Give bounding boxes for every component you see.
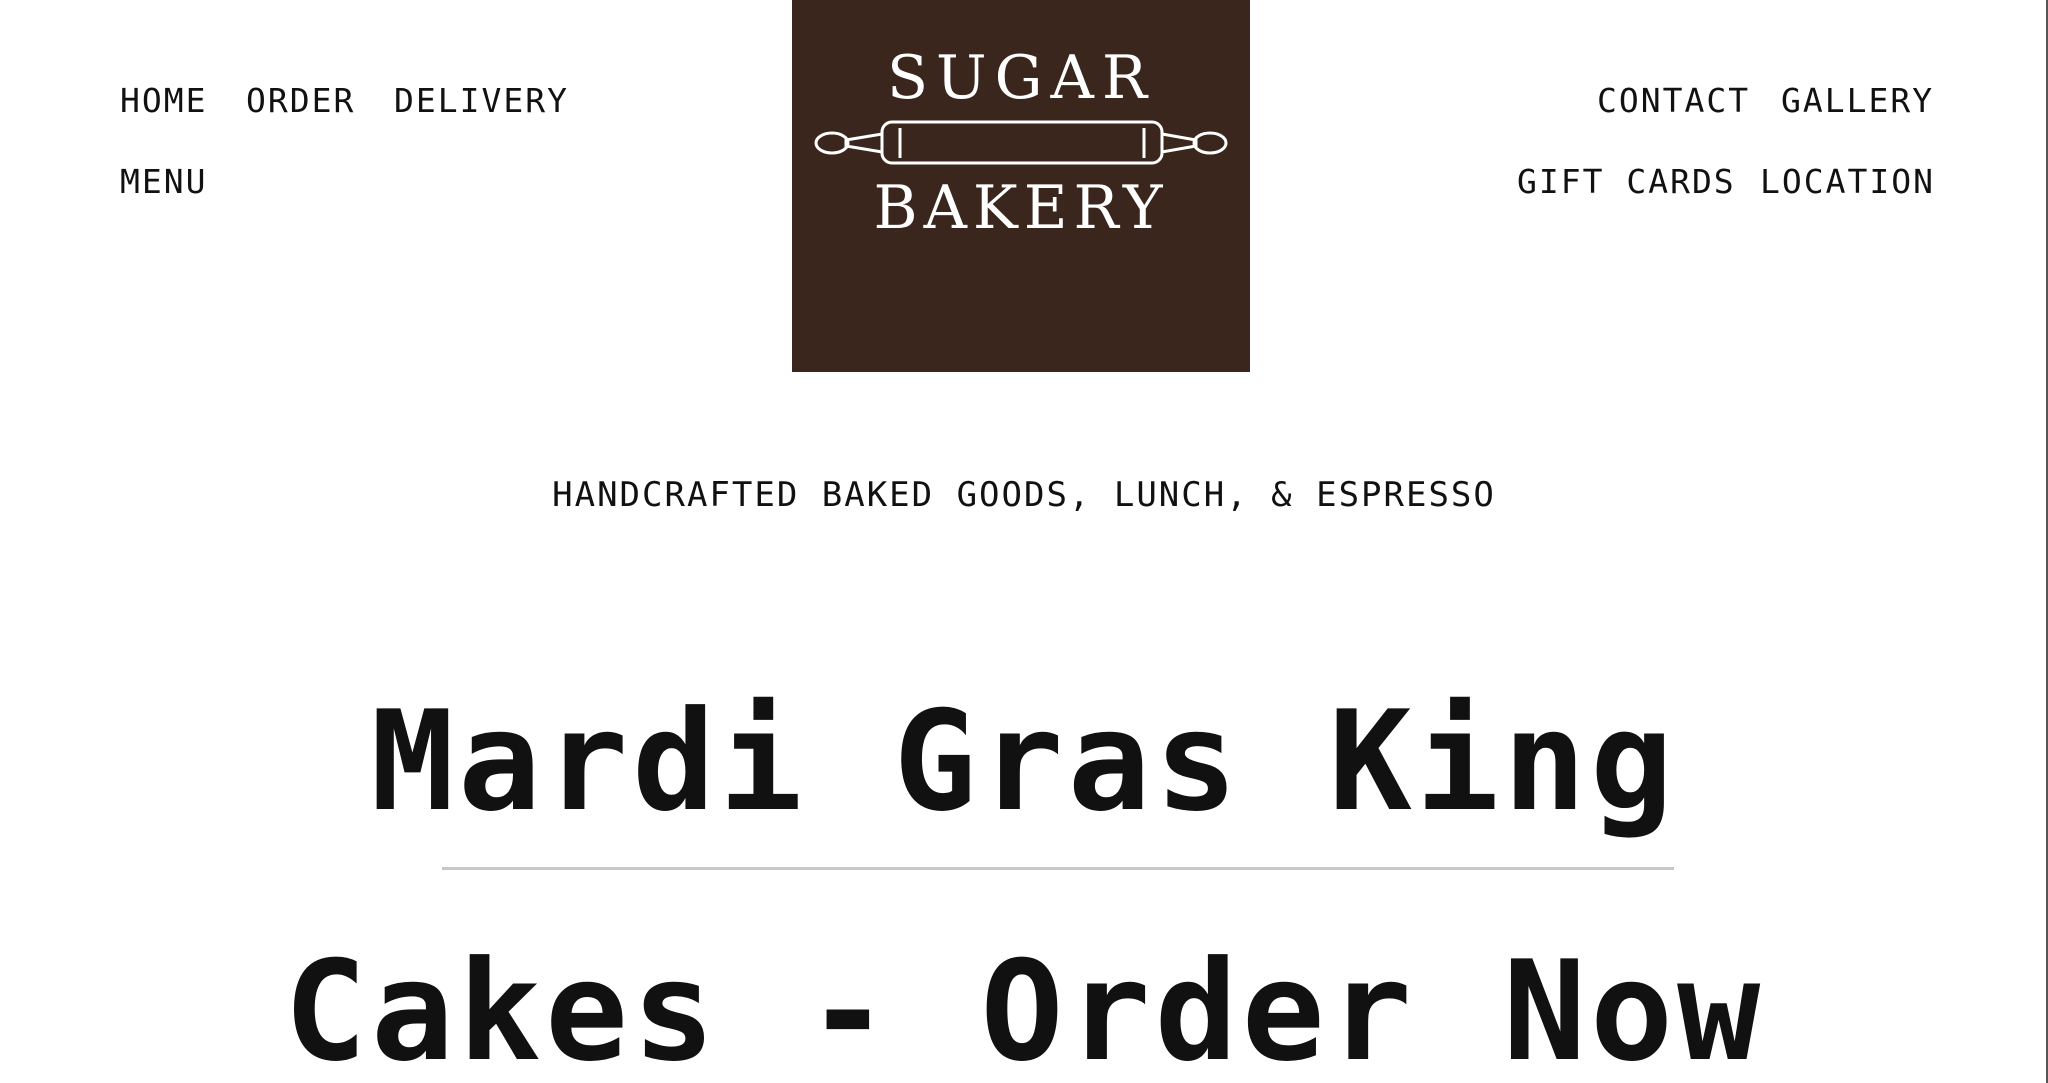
nav-location-link[interactable]: LOCATION bbox=[1760, 165, 1935, 198]
nav-gift-cards-link[interactable]: GIFT CARDS bbox=[1517, 165, 1736, 198]
logo-graphic: SUGAR BAKERY bbox=[814, 43, 1228, 243]
title-underline-divider bbox=[442, 867, 1674, 870]
nav-menu-link[interactable]: MENU bbox=[120, 165, 207, 198]
nav-order-link[interactable]: ORDER bbox=[246, 84, 355, 117]
sugar-bakery-logo[interactable]: SUGAR BAKERY bbox=[792, 0, 1250, 372]
nav-delivery-link[interactable]: DELIVERY bbox=[394, 84, 569, 117]
logo-text-bakery: BAKERY bbox=[874, 173, 1169, 243]
page-title-line-2: Cakes - Order Now bbox=[283, 931, 1765, 1083]
nav-home-link[interactable]: HOME bbox=[120, 84, 207, 117]
nav-gallery-link[interactable]: GALLERY bbox=[1781, 84, 1934, 117]
site-tagline: HANDCRAFTED BAKED GOODS, LUNCH, & ESPRES… bbox=[552, 475, 1496, 515]
nav-contact-link[interactable]: CONTACT bbox=[1597, 84, 1750, 117]
rolling-pin-icon bbox=[814, 120, 1228, 165]
logo-text-sugar: SUGAR bbox=[887, 43, 1155, 113]
page-title-line-1: Mardi Gras King bbox=[370, 681, 1678, 842]
